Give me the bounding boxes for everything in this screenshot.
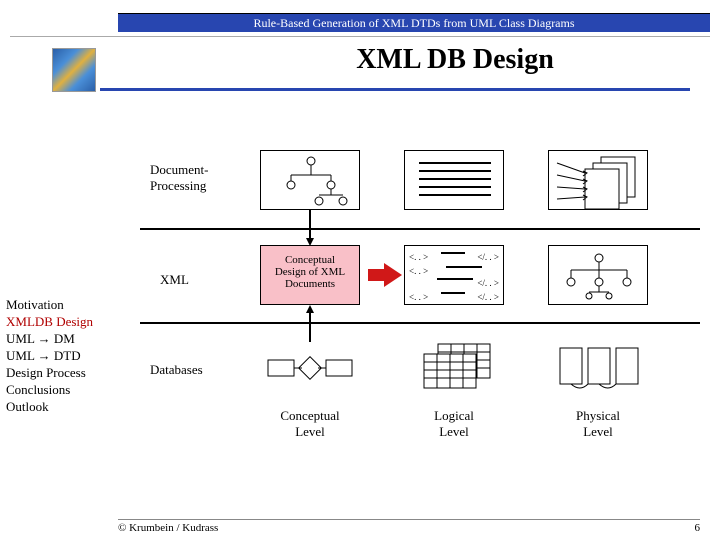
- header-bottom-rule: [10, 36, 710, 37]
- row-label-document-processing: Document- Processing: [150, 162, 230, 194]
- col-label-conceptual: Conceptual Level: [260, 408, 360, 440]
- row-divider-1: [140, 228, 700, 230]
- row-label-databases: Databases: [150, 362, 230, 378]
- arrow-stem-down: [309, 210, 311, 238]
- sidebar-item-uml-dm: UML → DM: [6, 330, 118, 347]
- arrow-up-icon: [306, 305, 314, 313]
- cell-doc-physical: [548, 150, 648, 210]
- xml-open-tag: <. . >: [409, 252, 428, 262]
- storage-icon: [548, 340, 648, 396]
- row-divider-2: [140, 322, 700, 324]
- red-arrow-stem: [368, 269, 384, 281]
- logo-icon: [52, 48, 96, 92]
- title-underline: [100, 88, 690, 91]
- xml-open-tag: <. . >: [409, 292, 428, 302]
- diagram-area: Document- Processing XML Databases: [140, 150, 700, 480]
- header-banner: Rule-Based Generation of XML DTDs from U…: [118, 14, 710, 32]
- sidebar-item-xmldb-design: XMLDB Design: [6, 313, 118, 330]
- cell-db-logical: [404, 340, 504, 396]
- arrow-stem-up: [309, 312, 311, 342]
- sidebar-item-uml-dtd: UML → DTD: [6, 347, 118, 364]
- tree-icon: [261, 151, 361, 211]
- red-arrow-icon: [384, 263, 402, 287]
- arrow-down-icon: [306, 238, 314, 246]
- sidebar-nav: Motivation XMLDB Design UML → DM UML → D…: [6, 296, 118, 415]
- xml-close-tag: </. . >: [477, 278, 499, 288]
- tables-icon: [404, 340, 504, 396]
- footer-page-number: 6: [695, 522, 701, 534]
- col-label-physical: Physical Level: [548, 408, 648, 440]
- er-icon: [260, 340, 360, 396]
- sidebar-item-motivation: Motivation: [6, 296, 118, 313]
- xml-close-tag: </. . >: [477, 252, 499, 262]
- xml-close-tag: </. . >: [477, 292, 499, 302]
- cell-xml-logical: <. . > </. . > <. . > </. . > <. . > </.…: [404, 245, 504, 305]
- tree-small-icon: [549, 246, 649, 306]
- cell-xml-conceptual-highlight: Conceptual Design of XML Documents: [260, 245, 360, 305]
- footer-copyright: © Krumbein / Kudrass: [118, 522, 218, 534]
- cell-doc-conceptual: [260, 150, 360, 210]
- cell-db-conceptual: [260, 340, 360, 396]
- sidebar-item-design-process: Design Process: [6, 364, 118, 381]
- sidebar-item-outlook: Outlook: [6, 398, 118, 415]
- row-label-xml: XML: [160, 272, 240, 288]
- pages-icon: [549, 151, 649, 211]
- cell-db-physical: [548, 340, 648, 396]
- lines-icon: [405, 151, 505, 211]
- page-title: XML DB Design: [200, 44, 710, 76]
- col-label-logical: Logical Level: [404, 408, 504, 440]
- xml-open-tag: <. . >: [409, 266, 428, 276]
- sidebar-item-conclusions: Conclusions: [6, 381, 118, 398]
- footer: © Krumbein / Kudrass 6: [118, 519, 700, 534]
- cell-xml-physical: [548, 245, 648, 305]
- cell-doc-logical: [404, 150, 504, 210]
